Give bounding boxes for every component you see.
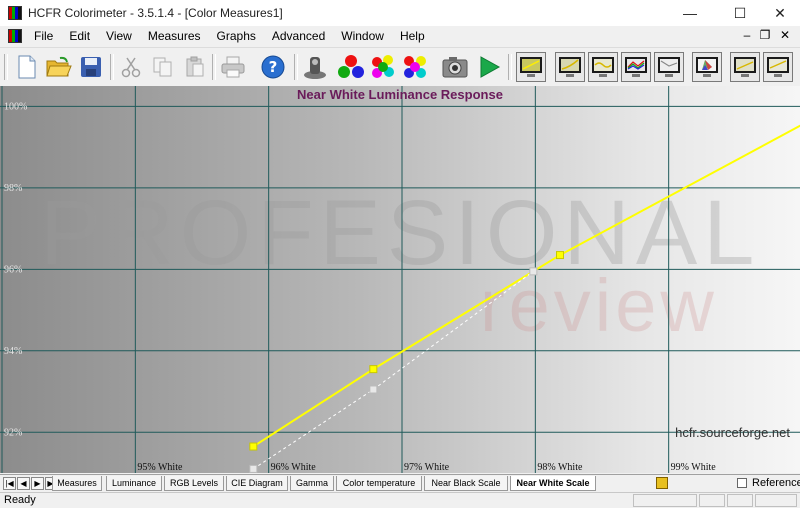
tab-luminance[interactable]: Luminance bbox=[106, 476, 162, 491]
reference-point bbox=[369, 385, 378, 394]
menu-help[interactable]: Help bbox=[392, 29, 433, 43]
y-tick-label: 96% bbox=[4, 264, 22, 275]
reference-point bbox=[529, 267, 538, 276]
y-tick-label: 100% bbox=[4, 101, 27, 112]
copy-icon[interactable] bbox=[148, 52, 178, 82]
status-pane bbox=[633, 494, 697, 507]
view-tab-bar: |◀ ◀ ▶ ▶| Measures Luminance RGB Levels … bbox=[0, 474, 800, 493]
measured-point bbox=[369, 365, 378, 374]
graph-color-temperature-icon[interactable] bbox=[654, 52, 684, 82]
graph-luminance-icon[interactable] bbox=[555, 52, 585, 82]
minimize-button[interactable]: — bbox=[668, 0, 712, 26]
toolbar-separator bbox=[508, 54, 512, 80]
graph-near-white-icon[interactable] bbox=[763, 52, 793, 82]
measure-primaries-icon[interactable] bbox=[336, 52, 366, 82]
tab-rgb-levels[interactable]: RGB Levels bbox=[164, 476, 224, 491]
run-measure-icon[interactable] bbox=[474, 52, 504, 82]
document-icon[interactable] bbox=[8, 29, 22, 43]
tab-near-white-scale[interactable]: Near White Scale bbox=[510, 476, 596, 491]
svg-text:review: review bbox=[480, 264, 718, 347]
x-tick-label: 97% White bbox=[404, 462, 450, 473]
measure-secondaries-icon[interactable] bbox=[368, 52, 398, 82]
y-tick-label: 92% bbox=[4, 427, 22, 438]
x-tick-label: 98% White bbox=[537, 462, 583, 473]
x-tick-label: 99% White bbox=[671, 462, 717, 473]
menu-bar: File Edit View Measures Graphs Advanced … bbox=[0, 26, 800, 46]
toolbar-separator bbox=[212, 54, 216, 80]
tab-next-button[interactable]: ▶ bbox=[31, 477, 44, 490]
print-icon[interactable] bbox=[218, 52, 248, 82]
save-icon[interactable] bbox=[76, 52, 106, 82]
svg-text:?: ? bbox=[269, 58, 278, 76]
graph-rgb-levels-icon[interactable] bbox=[621, 52, 651, 82]
status-flag-icon bbox=[656, 477, 668, 489]
graph-measures-icon[interactable] bbox=[516, 52, 546, 82]
measured-point bbox=[249, 442, 258, 451]
close-button[interactable]: ✕ bbox=[758, 0, 800, 26]
paste-icon[interactable] bbox=[180, 52, 210, 82]
status-pane bbox=[699, 494, 725, 507]
title-bar: HCFR Colorimeter - 3.5.1.4 - [Color Meas… bbox=[0, 0, 800, 26]
menu-file[interactable]: File bbox=[26, 29, 61, 43]
measure-all-colors-icon[interactable] bbox=[400, 52, 430, 82]
menu-window[interactable]: Window bbox=[333, 29, 392, 43]
menu-view[interactable]: View bbox=[98, 29, 140, 43]
cut-icon[interactable] bbox=[116, 52, 146, 82]
status-bar: Ready bbox=[0, 492, 800, 508]
status-pane bbox=[755, 494, 797, 507]
near-white-graph[interactable]: PROFESIONAL review 92% 94% 96% 98% 100% 95% … bbox=[0, 86, 800, 473]
mdi-restore-button[interactable]: ❐ bbox=[756, 28, 774, 42]
graph-gamma-icon[interactable] bbox=[588, 52, 618, 82]
status-pane bbox=[727, 494, 753, 507]
app-logo-icon bbox=[8, 6, 22, 20]
maximize-button[interactable]: ☐ bbox=[718, 0, 762, 26]
new-file-icon[interactable] bbox=[12, 52, 42, 82]
open-folder-icon[interactable] bbox=[44, 52, 74, 82]
graph-cie-diagram-icon[interactable] bbox=[692, 52, 722, 82]
window-title: HCFR Colorimeter - 3.5.1.4 - [Color Meas… bbox=[28, 6, 283, 20]
toolbar-separator bbox=[110, 54, 114, 80]
luminance-chart: PROFESIONAL review 92% 94% 96% 98% 100% 95% … bbox=[0, 86, 800, 473]
menu-advanced[interactable]: Advanced bbox=[264, 29, 333, 43]
help-icon[interactable]: ? bbox=[258, 52, 288, 82]
reference-checkbox[interactable] bbox=[737, 478, 747, 488]
toolbar-grip bbox=[4, 54, 8, 80]
tab-gamma[interactable]: Gamma bbox=[290, 476, 334, 491]
graph-title: Near White Luminance Response bbox=[297, 87, 503, 102]
menu-edit[interactable]: Edit bbox=[61, 29, 98, 43]
tab-first-button[interactable]: |◀ bbox=[3, 477, 16, 490]
tab-color-temperature[interactable]: Color temperature bbox=[336, 476, 422, 491]
mdi-close-button[interactable]: ✕ bbox=[776, 28, 794, 42]
source-url: hcfr.sourceforge.net bbox=[675, 425, 790, 440]
x-tick-label: 95% White bbox=[137, 462, 183, 473]
status-text: Ready bbox=[4, 494, 36, 506]
tab-measures[interactable]: Measures bbox=[52, 476, 102, 491]
toolbar: ? bbox=[0, 47, 800, 87]
y-tick-label: 94% bbox=[4, 346, 22, 357]
watermark: PROFESIONAL review bbox=[40, 182, 754, 347]
y-tick-label: 98% bbox=[4, 183, 22, 194]
menu-measures[interactable]: Measures bbox=[140, 29, 209, 43]
camera-icon[interactable] bbox=[440, 52, 470, 82]
x-tick-label: 96% White bbox=[271, 462, 317, 473]
tab-prev-button[interactable]: ◀ bbox=[17, 477, 30, 490]
measured-point bbox=[556, 251, 564, 260]
toolbar-separator bbox=[294, 54, 298, 80]
mdi-minimize-button[interactable]: – bbox=[738, 28, 756, 42]
reference-label: Reference bbox=[752, 477, 800, 489]
reference-point bbox=[249, 464, 258, 473]
probe-measure-icon[interactable] bbox=[300, 52, 330, 82]
tab-near-black-scale[interactable]: Near Black Scale bbox=[424, 476, 508, 491]
menu-graphs[interactable]: Graphs bbox=[209, 29, 264, 43]
graph-near-black-icon[interactable] bbox=[730, 52, 760, 82]
tab-cie-diagram[interactable]: CIE Diagram bbox=[226, 476, 288, 491]
